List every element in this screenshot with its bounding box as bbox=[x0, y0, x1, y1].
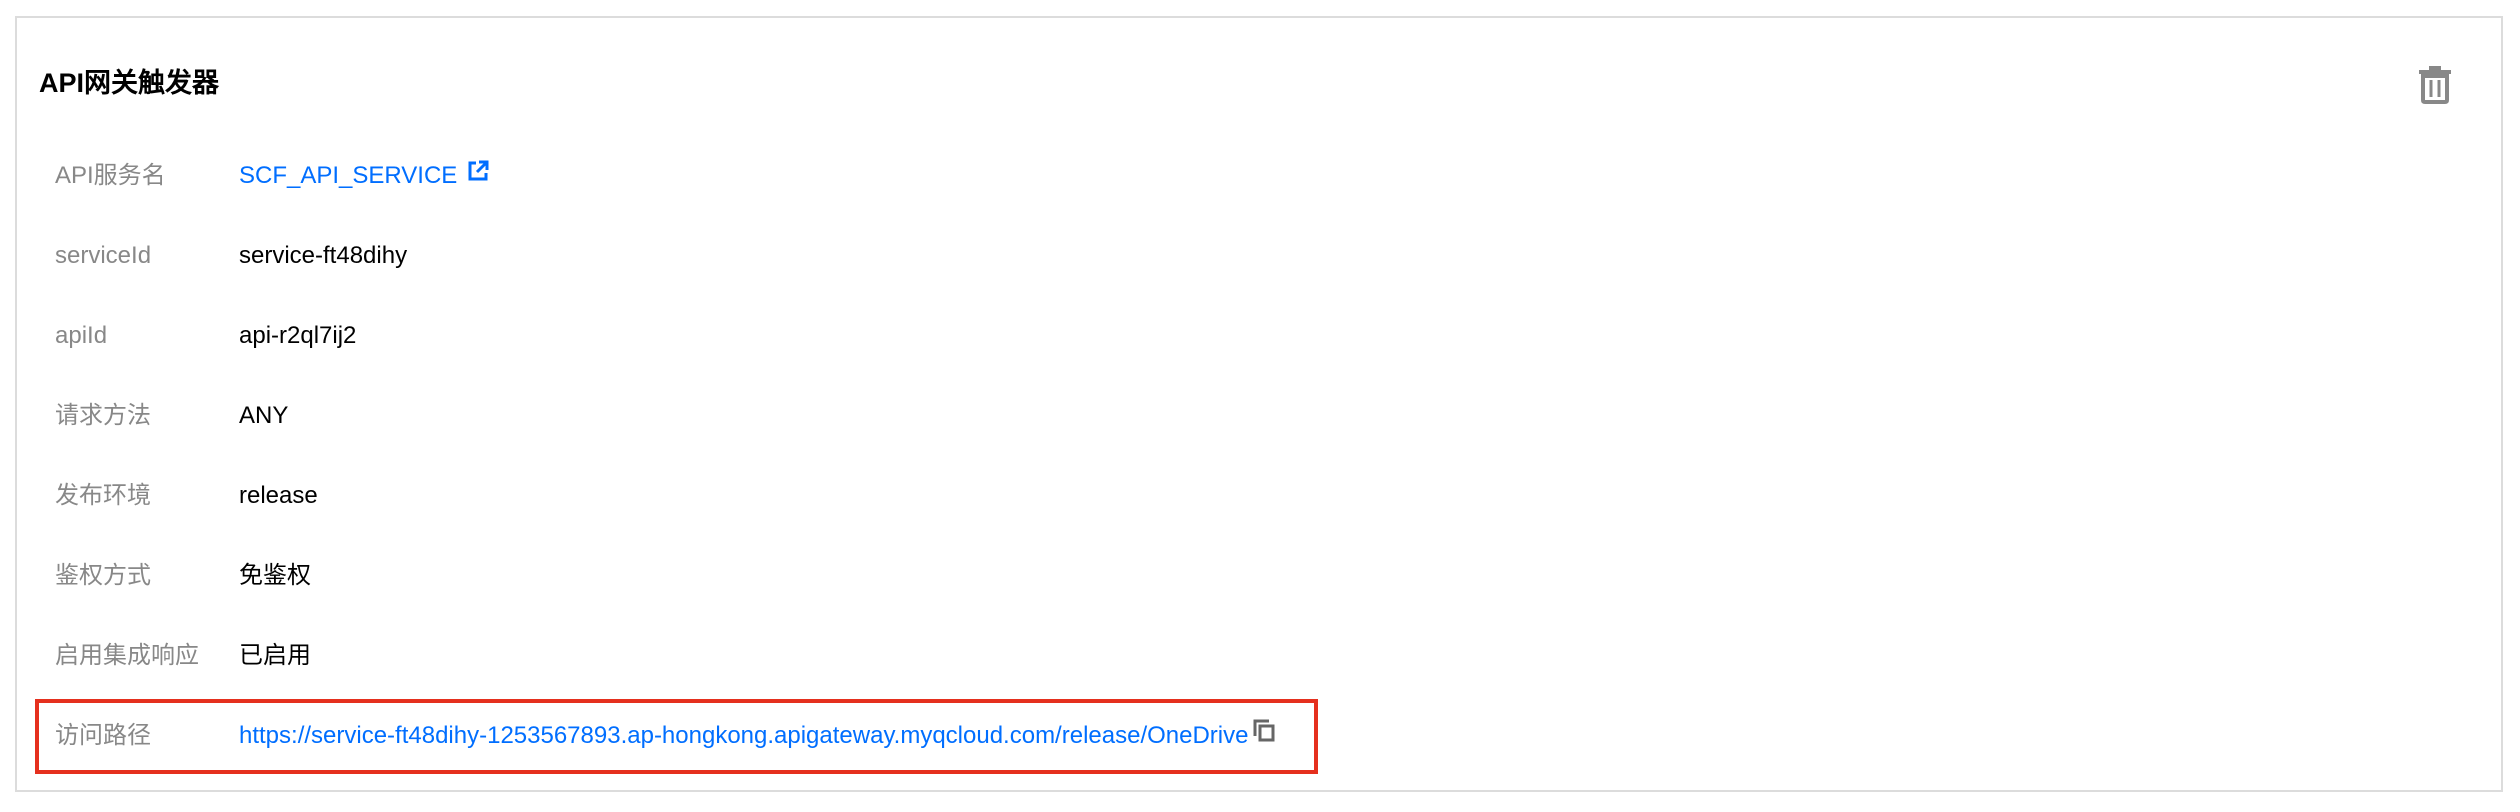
field-value: ANY bbox=[239, 402, 289, 429]
field-value: service-ft48dihy bbox=[239, 242, 408, 269]
field-label: 启用集成响应 bbox=[55, 642, 199, 669]
trash-icon bbox=[2419, 66, 2451, 104]
copy-icon[interactable] bbox=[1252, 715, 1276, 755]
field-label: 请求方法 bbox=[55, 402, 151, 429]
field-value: 已启用 bbox=[239, 642, 311, 669]
field-label: 鉴权方式 bbox=[55, 562, 151, 589]
field-value: https://service-ft48dihy-1253567893.ap-h… bbox=[239, 716, 1276, 756]
api-gateway-trigger-card bbox=[15, 16, 2503, 792]
field-label: serviceId bbox=[55, 242, 152, 269]
field-value: api-r2ql7ij2 bbox=[239, 322, 357, 349]
card-title: API网关触发器 bbox=[39, 68, 220, 98]
external-link-icon[interactable] bbox=[467, 155, 489, 195]
field-label: 发布环境 bbox=[55, 482, 151, 509]
delete-button[interactable] bbox=[2417, 64, 2453, 104]
api-service-name-link[interactable]: SCF_API_SERVICE bbox=[239, 162, 457, 189]
field-label: apiId bbox=[55, 322, 108, 349]
access-path-link[interactable]: https://service-ft48dihy-1253567893.ap-h… bbox=[239, 722, 1248, 749]
field-label: 访问路径 bbox=[55, 722, 151, 749]
field-value: 免鉴权 bbox=[239, 562, 311, 589]
field-value: SCF_API_SERVICE bbox=[239, 156, 489, 196]
field-label: API服务名 bbox=[55, 162, 166, 189]
field-value: release bbox=[239, 482, 318, 509]
